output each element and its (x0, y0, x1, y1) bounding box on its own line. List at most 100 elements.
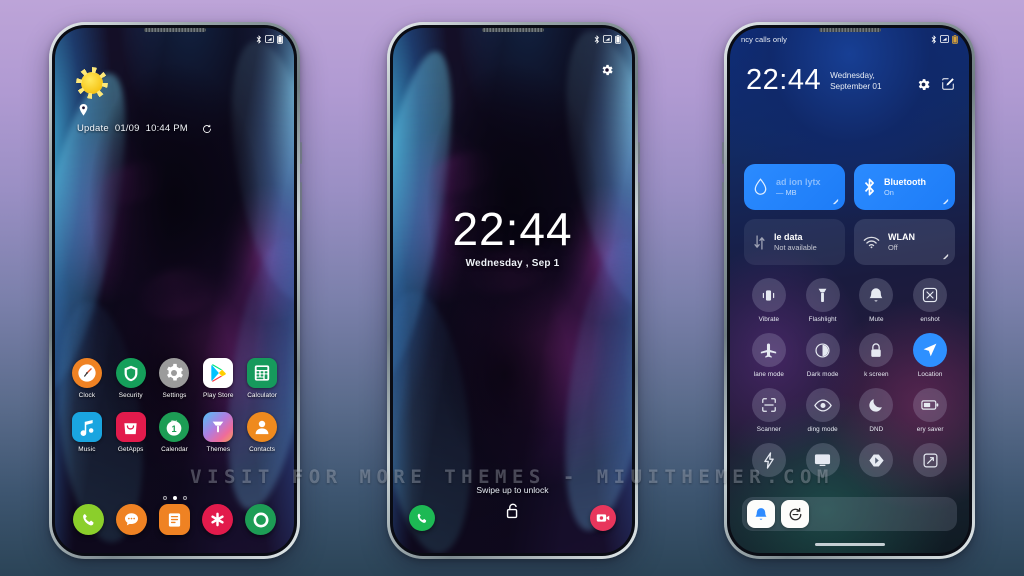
phone2-bezel: 22:44 Wednesday , Sep 1 Swipe up to unlo… (390, 25, 635, 556)
qs-dark-mode[interactable]: Dark mode (796, 333, 850, 378)
tile-title: le data (774, 232, 803, 242)
lock-icon (859, 333, 894, 367)
qs-bolt[interactable] (742, 443, 796, 481)
app-label: Play Store (203, 392, 234, 399)
qs-scanner[interactable]: Scanner (742, 388, 796, 433)
asterisk-icon[interactable] (202, 504, 233, 535)
sync-icon[interactable] (781, 500, 809, 528)
unlock-icon[interactable] (505, 502, 520, 525)
tile-text: WLAN Off (888, 232, 915, 252)
cc-time: 22:44 (746, 64, 822, 96)
qs-airplane-mode[interactable]: lane mode (742, 333, 796, 378)
tile-wlan[interactable]: WLAN Off (854, 219, 955, 265)
tile-title: WLAN (888, 232, 915, 242)
cc-date: Wednesday, September 01 (830, 71, 881, 94)
page-dot[interactable] (162, 496, 167, 500)
app-getapps[interactable]: GetApps (109, 412, 153, 453)
expand-arrow-icon[interactable] (942, 253, 949, 260)
battery-icon (952, 34, 958, 44)
qs-label: k screen (864, 371, 889, 378)
qs-label: ding mode (807, 426, 838, 433)
power-button[interactable] (638, 142, 640, 164)
gear-icon[interactable] (916, 77, 931, 92)
lock-date: Wednesday , Sep 1 (465, 258, 560, 269)
qs-nfc[interactable] (850, 443, 904, 481)
qs-battery-saver[interactable]: ery saver (903, 388, 957, 433)
earpiece-speaker (481, 28, 544, 32)
power-button[interactable] (300, 142, 302, 164)
expand-arrow-icon[interactable] (832, 198, 839, 205)
status-icons-group (931, 34, 958, 44)
data-drop-icon (754, 178, 767, 195)
notes-icon[interactable] (159, 504, 190, 535)
browser-icon[interactable] (245, 504, 276, 535)
app-music[interactable]: Music (65, 412, 109, 453)
refresh-icon[interactable] (202, 124, 212, 134)
bluetooth-icon (931, 34, 936, 44)
phone-lock-screen: 22:44 Wednesday , Sep 1 Swipe up to unlo… (387, 22, 640, 559)
qs-cast[interactable] (796, 443, 850, 481)
phone-icon[interactable] (73, 504, 104, 535)
tile-subtitle: On (884, 188, 894, 197)
qs-vibrate[interactable]: Vibrate (742, 278, 796, 323)
app-label: Security (118, 392, 143, 399)
qs-dnd[interactable]: DND (850, 388, 904, 433)
weather-widget[interactable]: Update 01/09 10:44 PM (77, 72, 212, 134)
qs-reading-mode[interactable]: ding mode (796, 388, 850, 433)
earpiece-speaker (143, 28, 206, 32)
lockscreen-settings-button[interactable] (600, 63, 614, 82)
volume-button[interactable] (722, 182, 724, 220)
svg-text:1: 1 (172, 424, 177, 434)
qs-flashlight[interactable]: Flashlight (796, 278, 850, 323)
app-label: Calculator (247, 392, 277, 399)
volume-button[interactable] (638, 182, 640, 220)
power-button[interactable] (722, 142, 724, 164)
qs-screenshot[interactable]: enshot (903, 278, 957, 323)
app-calendar[interactable]: 1 Wed Calendar (153, 412, 197, 453)
app-label: Themes (206, 446, 231, 453)
app-security[interactable]: Security (109, 358, 153, 399)
tile-data-usage[interactable]: ad ion lytx — MB (744, 164, 845, 210)
tile-mobile-data[interactable]: le data Not available (744, 219, 845, 265)
app-settings[interactable]: Settings (153, 358, 197, 399)
qs-location[interactable]: Location (903, 333, 957, 378)
person-icon (247, 412, 278, 442)
app-contacts[interactable]: Contacts (240, 412, 284, 453)
page-dot-active[interactable] (172, 496, 177, 500)
notify-bell-icon[interactable] (747, 500, 775, 528)
home-dock (55, 504, 294, 535)
swipe-hint: Swipe up to unlock (476, 485, 549, 495)
page-dot[interactable] (182, 496, 187, 500)
mobile-data-icon (754, 234, 765, 250)
clock-icon (71, 358, 102, 388)
lockscreen-camera-shortcut[interactable] (590, 505, 616, 531)
wallpaper (393, 28, 632, 553)
sun-icon (81, 72, 103, 94)
qs-mute[interactable]: Mute (850, 278, 904, 323)
screenshot-icon (913, 278, 948, 312)
sim-icon (265, 35, 274, 43)
qs-lock-screen[interactable]: k screen (850, 333, 904, 378)
lockscreen-clock: 22:44 Wednesday , Sep 1 (393, 206, 632, 269)
qs-label: Dark mode (806, 371, 839, 378)
volume-button[interactable] (300, 182, 302, 220)
resize-icon (913, 443, 948, 477)
qs-resize[interactable] (903, 443, 957, 481)
app-play-store[interactable]: Play Store (196, 358, 240, 399)
tile-title: Bluetooth (884, 177, 926, 187)
page-indicator (162, 496, 187, 500)
expand-arrow-icon[interactable] (942, 198, 949, 205)
wifi-icon (863, 236, 880, 248)
location-pin-icon (79, 103, 212, 121)
lockscreen-phone-shortcut[interactable] (409, 505, 435, 531)
edit-icon[interactable] (941, 77, 955, 91)
messages-icon[interactable] (116, 504, 147, 535)
app-clock[interactable]: Clock (65, 358, 109, 399)
home-indicator[interactable] (814, 543, 885, 546)
app-calculator[interactable]: Calculator (240, 358, 284, 399)
app-themes[interactable]: Themes (196, 412, 240, 453)
phone-home-screen: Update 01/09 10:44 PM Clock Security Set… (49, 22, 302, 559)
tile-bluetooth[interactable]: Bluetooth On (854, 164, 955, 210)
connectivity-tiles: ad ion lytx — MB Bluetooth On le data No… (744, 164, 955, 265)
cc-date-line2: September 01 (830, 81, 882, 91)
